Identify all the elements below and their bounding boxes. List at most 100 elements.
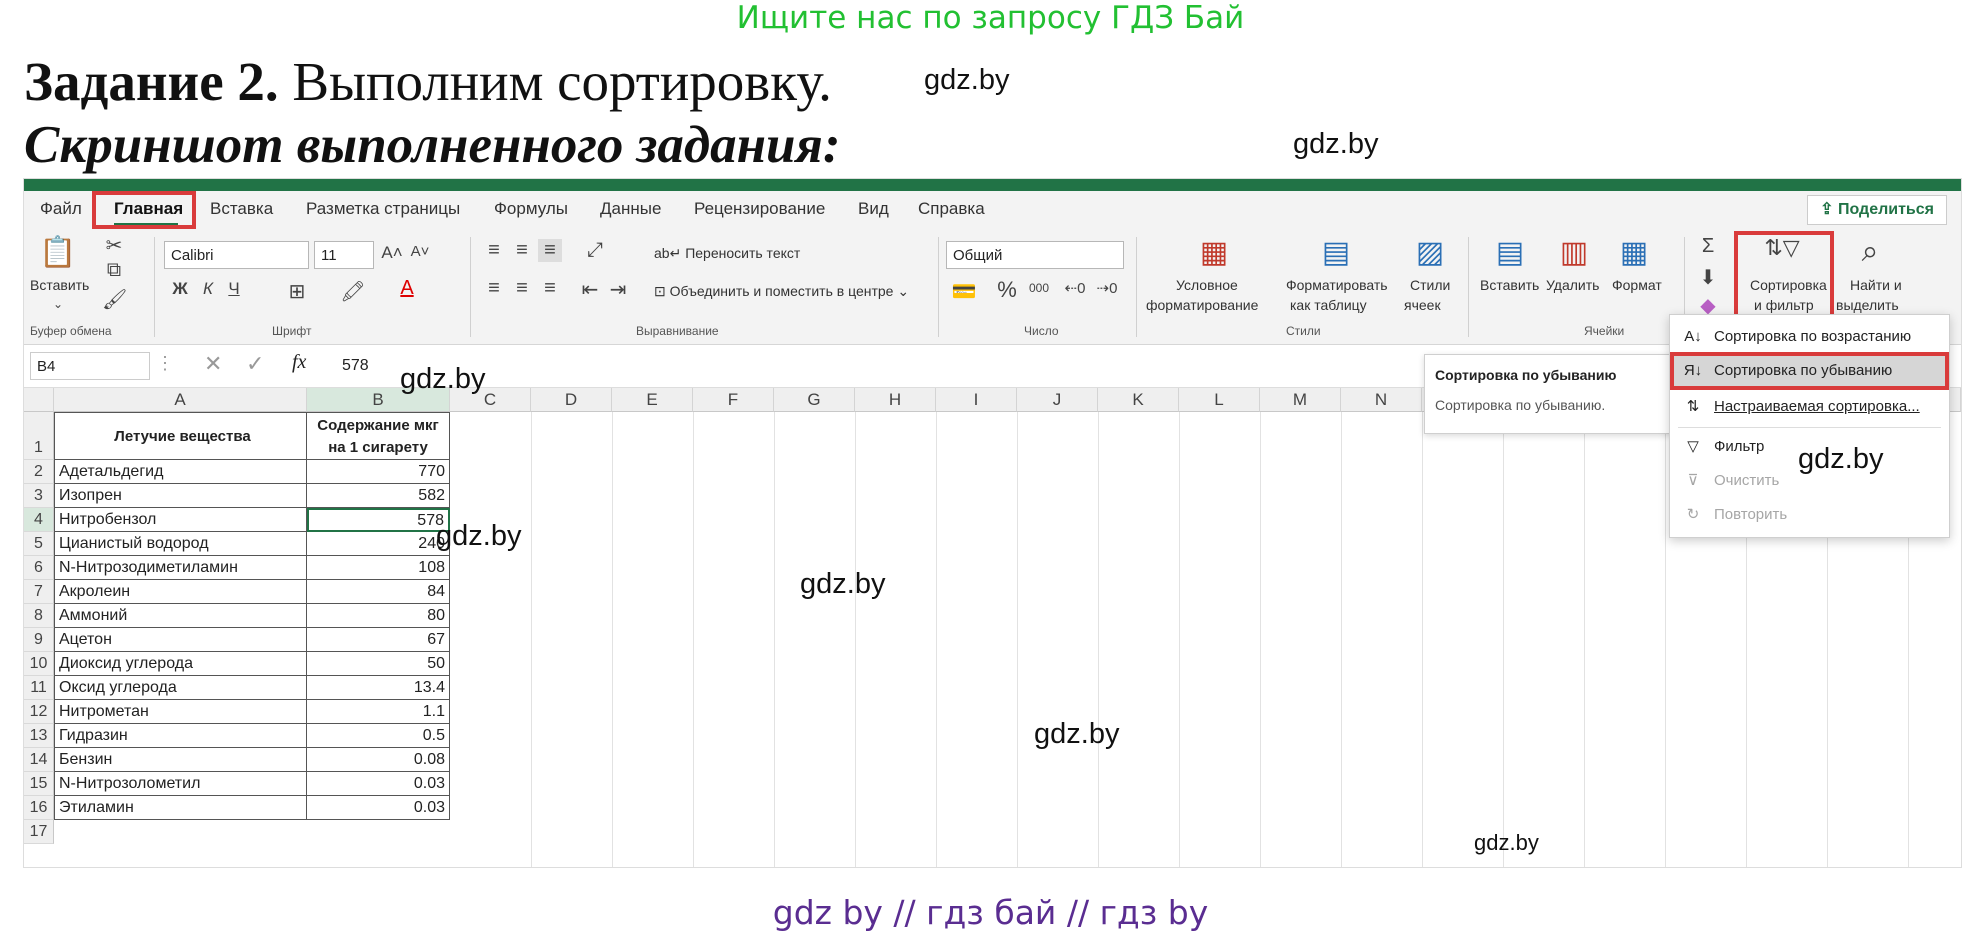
tab-page-layout[interactable]: Разметка страницы [306, 199, 460, 219]
row-header[interactable]: 4 [24, 508, 54, 532]
increase-indent-icon[interactable]: ⇥ [606, 277, 630, 302]
copy-icon[interactable]: ⧉ [102, 259, 126, 282]
percent-button[interactable]: % [996, 277, 1018, 303]
row-header[interactable]: 7 [24, 580, 54, 604]
currency-icon[interactable]: 💳 [950, 279, 978, 304]
table-cell-value[interactable]: 1.1 [307, 700, 450, 724]
format-cells-label[interactable]: Формат [1612, 277, 1662, 293]
number-format-select[interactable]: Общий [946, 241, 1124, 269]
format-as-table-label-2[interactable]: как таблицу [1290, 297, 1367, 313]
table-cell-value[interactable]: 84 [307, 580, 450, 604]
format-as-table-label-1[interactable]: Форматировать [1286, 277, 1388, 293]
format-painter-icon[interactable]: 🖌 [102, 287, 127, 312]
find-select-label-1[interactable]: Найти и [1850, 277, 1902, 293]
table-cell-name[interactable]: Гидразин [54, 724, 307, 748]
search-icon[interactable]: ⌕ [1850, 235, 1890, 269]
column-header[interactable]: D [531, 388, 612, 412]
table-cell-name[interactable]: N-Нитрозодиметиламин [54, 556, 307, 580]
orientation-icon[interactable]: ⤢ [580, 239, 610, 262]
underline-button[interactable]: Ч [224, 279, 244, 299]
column-header[interactable]: N [1341, 388, 1422, 412]
selected-cell[interactable]: 578 [307, 508, 450, 532]
chevron-down-icon[interactable]: ⌄ [48, 297, 68, 311]
row-header[interactable]: 15 [24, 772, 54, 796]
tab-insert[interactable]: Вставка [210, 199, 273, 219]
cut-icon[interactable]: ✂ [102, 233, 126, 258]
column-header[interactable]: L [1179, 388, 1260, 412]
conditional-formatting-label-1[interactable]: Условное [1176, 277, 1238, 293]
align-bottom-icon[interactable]: ≡ [538, 239, 562, 262]
conditional-formatting-icon[interactable]: ▦ [1194, 235, 1234, 270]
row-header[interactable]: 2 [24, 460, 54, 484]
align-right-icon[interactable]: ≡ [538, 277, 562, 300]
table-cell-value[interactable]: 0.03 [307, 796, 450, 820]
row-header[interactable]: 10 [24, 652, 54, 676]
tab-help[interactable]: Справка [918, 199, 985, 219]
table-cell-name[interactable]: Нитробензол [54, 508, 307, 532]
table-cell-value[interactable]: 67 [307, 628, 450, 652]
menu-item-custom-sort[interactable]: ⇅ Настраиваемая сортировка... [1670, 391, 1949, 423]
table-cell-value[interactable]: 0.5 [307, 724, 450, 748]
table-cell-value[interactable]: 80 [307, 604, 450, 628]
tab-review[interactable]: Рецензирование [694, 199, 825, 219]
row-header[interactable]: 3 [24, 484, 54, 508]
tab-file[interactable]: Файл [40, 199, 82, 219]
table-cell-value[interactable]: 50 [307, 652, 450, 676]
table-cell-name[interactable]: Нитрометан [54, 700, 307, 724]
italic-button[interactable]: К [198, 279, 218, 299]
font-size-select[interactable]: 11 [314, 241, 374, 269]
font-color-icon[interactable]: A [394, 277, 420, 300]
column-header[interactable]: I [936, 388, 1017, 412]
row-header[interactable]: 8 [24, 604, 54, 628]
table-cell-name[interactable]: Ацетон [54, 628, 307, 652]
table-cell-value[interactable]: 240 [307, 532, 450, 556]
table-cell-value[interactable]: 13.4 [307, 676, 450, 700]
table-cell-value[interactable]: 108 [307, 556, 450, 580]
row-header[interactable]: 17 [24, 820, 54, 844]
table-cell-name[interactable]: Изопрен [54, 484, 307, 508]
fill-color-icon[interactable]: 🖍 [340, 279, 366, 304]
table-cell-name[interactable]: Аммоний [54, 604, 307, 628]
delete-cells-icon[interactable]: ▥ [1554, 235, 1594, 270]
row-header[interactable]: 12 [24, 700, 54, 724]
table-header-content[interactable]: Содержание мкг на 1 сигарету [307, 412, 450, 460]
autosum-icon[interactable]: Σ [1696, 235, 1720, 258]
decrease-decimal-icon[interactable]: ⇢0 [1094, 279, 1120, 297]
row-header[interactable]: 1 [24, 412, 54, 460]
name-box[interactable]: B4 [30, 352, 150, 380]
table-cell-name[interactable]: Этиламин [54, 796, 307, 820]
column-header[interactable]: G [774, 388, 855, 412]
cell-styles-label-1[interactable]: Стили [1410, 277, 1450, 293]
table-cell-name[interactable]: Бензин [54, 748, 307, 772]
row-header[interactable]: 13 [24, 724, 54, 748]
row-header[interactable]: 9 [24, 628, 54, 652]
increase-font-icon[interactable]: A˄ [380, 243, 404, 263]
row-header[interactable]: 11 [24, 676, 54, 700]
share-button[interactable]: ⇪ Поделиться [1807, 195, 1947, 225]
bold-button[interactable]: Ж [170, 279, 190, 299]
paste-icon[interactable]: 📋 [38, 235, 78, 270]
conditional-formatting-label-2[interactable]: форматирование [1146, 297, 1258, 313]
row-header[interactable]: 6 [24, 556, 54, 580]
delete-cells-label[interactable]: Удалить [1546, 277, 1599, 293]
format-cells-icon[interactable]: ▦ [1614, 235, 1654, 270]
tab-view[interactable]: Вид [858, 199, 889, 219]
select-all-corner[interactable] [24, 388, 54, 412]
cancel-icon[interactable]: ✕ [204, 351, 222, 377]
table-cell-name[interactable]: Диоксид углерода [54, 652, 307, 676]
align-left-icon[interactable]: ≡ [482, 277, 506, 300]
format-as-table-icon[interactable]: ▤ [1316, 235, 1356, 270]
insert-cells-label[interactable]: Вставить [1480, 277, 1539, 293]
font-name-select[interactable]: Calibri [164, 241, 309, 269]
tab-data[interactable]: Данные [600, 199, 661, 219]
column-header[interactable]: F [693, 388, 774, 412]
thousands-button[interactable]: 000 [1026, 281, 1052, 295]
enter-icon[interactable]: ✓ [246, 351, 264, 377]
table-cell-value[interactable]: 770 [307, 460, 450, 484]
table-cell-value[interactable]: 0.08 [307, 748, 450, 772]
table-cell-value[interactable]: 0.03 [307, 772, 450, 796]
column-header[interactable]: J [1017, 388, 1098, 412]
table-cell-name[interactable]: Акролеин [54, 580, 307, 604]
cell-styles-icon[interactable]: ▨ [1410, 235, 1450, 270]
find-select-label-2[interactable]: выделить [1836, 297, 1899, 313]
